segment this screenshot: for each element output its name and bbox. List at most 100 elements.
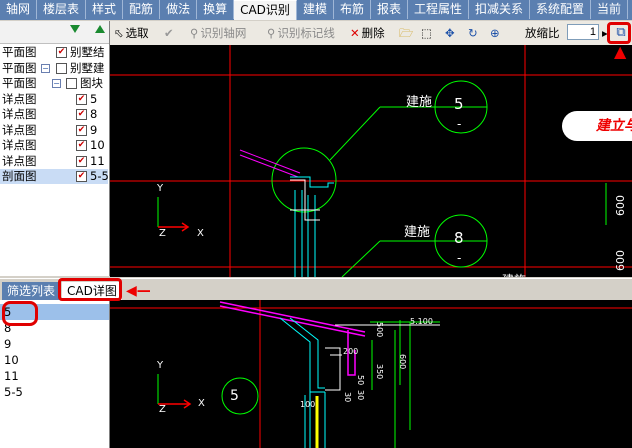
tab-3[interactable]: 配筋 — [123, 0, 161, 19]
detail-list-item[interactable]: 10 — [0, 352, 109, 368]
axis-z-label: Z — [159, 228, 166, 239]
annotation-callout: 建立与详图的关联 — [562, 111, 632, 141]
tree-item[interactable]: 详点图 ✔ 8 — [0, 107, 108, 122]
annotation-arrow-up: ▲ — [614, 42, 627, 61]
pointer-icon: ⬁ — [114, 26, 124, 40]
delete-label: 删除 — [361, 26, 385, 40]
tree-item-checkbox[interactable]: ✔ — [76, 171, 87, 182]
tree-item-type: 详点图 — [2, 107, 37, 121]
detail-dim-3: 500 — [375, 322, 384, 338]
cad-dimension-600-a: 600 — [614, 195, 627, 216]
main-tab-bar: 轴网 楼层表 样式 配筋 做法 换算 CAD识别 建模 布筋 报表 工程属性 扣减关系 系统配置 当前 — [0, 0, 632, 20]
tab-5[interactable]: 换算 — [197, 0, 235, 19]
tree-item-checkbox[interactable]: ✔ — [76, 109, 87, 120]
tree-item[interactable]: 详点图 ✔ 11 — [0, 154, 108, 169]
check-icon[interactable]: ✔ — [164, 24, 174, 42]
tree-item-name: 11 — [90, 153, 105, 168]
tab-9[interactable]: 报表 — [371, 0, 408, 19]
tree-item-checkbox[interactable]: ✔ — [76, 140, 87, 151]
drawing-tree-panel: 平面图 ✔ 别墅结 平面图 − 别墅建 平面图 − 图块 详点图 ✔ 5 详点图 ✔ 8 详点图 ✔ 9 详点图 ✔ 1… — [0, 21, 110, 276]
tree-item-type: 平面图 — [2, 60, 37, 75]
tree-item[interactable]: 详点图 ✔ 10 — [0, 138, 108, 153]
tree-item[interactable]: 详点图 ✔ 9 — [0, 123, 108, 138]
collapse-icon[interactable]: − — [52, 79, 61, 88]
axis-x-label: X — [197, 228, 204, 239]
tab-10[interactable]: 工程属性 — [408, 0, 469, 19]
cad-detail-drawing — [110, 300, 632, 448]
tree-item-checkbox[interactable] — [56, 62, 67, 74]
cad-toolbar: ⬁ 选取 ✔ ⚲ 识别轴网 ⚲ 识别标记线 ✕ 删除 🗁 ⬚ ✥ ↻ ⊕ 放缩比 ▸ — [110, 21, 632, 46]
identify-mark-button[interactable]: ⚲ 识别标记线 — [267, 24, 335, 42]
identify-mark-label: 识别标记线 — [277, 26, 335, 40]
cad-text-jianshi-2: 建施 — [404, 225, 431, 240]
tree-item-type: 平面图 — [2, 76, 37, 90]
delete-button[interactable]: ✕ 删除 — [350, 24, 385, 42]
move-down-icon[interactable] — [70, 25, 80, 33]
tree-item-checkbox[interactable]: ✔ — [76, 155, 87, 167]
axis-y-label: Y — [157, 183, 164, 194]
tree-item-checkbox[interactable]: ✔ — [56, 47, 67, 58]
tree-item-checkbox[interactable]: ✔ — [76, 124, 87, 136]
annotation-arrow-left: ◀— — [126, 283, 151, 299]
cad-text-jianshi-3: 建施 — [502, 271, 526, 277]
cad-main-drawing — [110, 45, 632, 277]
cad-detail-canvas[interactable]: 5 5.100 600 500 200 50 100 30 30 350 Y Z… — [110, 300, 632, 448]
tree-item[interactable]: 剖面图 ✔ 5-5 — [0, 169, 109, 184]
tab-12[interactable]: 系统配置 — [530, 0, 592, 19]
tree-item-name: 8 — [90, 107, 98, 121]
detail-dim-7: 30 — [356, 390, 365, 401]
detail-dim-8: 30 — [343, 392, 352, 403]
tab-6[interactable]: CAD识别 — [234, 0, 297, 20]
cad-text-jianshi-1: 建施 — [406, 95, 433, 110]
tab-7[interactable]: 建模 — [297, 0, 334, 19]
detail-dim-2: 600 — [398, 354, 407, 370]
tree-item[interactable]: 平面图 ✔ 别墅结 — [0, 45, 108, 60]
pan-icon[interactable]: ✥ — [445, 24, 455, 42]
cad-main-canvas[interactable]: 建施 5 - 建施 8 - 建施 600 600 Y Z X 建立与详图的关联 — [110, 45, 632, 277]
tree-item-type: 剖面图 — [2, 169, 37, 183]
move-up-icon[interactable] — [95, 25, 105, 33]
tab-1[interactable]: 楼层表 — [37, 0, 87, 19]
select-button-label: 选取 — [125, 26, 149, 40]
tree-item-checkbox[interactable] — [66, 78, 77, 89]
detail-axis-x-label: X — [198, 398, 205, 409]
tree-item[interactable]: 平面图 − 图块 — [0, 76, 108, 91]
detail-list-item[interactable]: 11 — [0, 368, 109, 384]
identify-axis-button[interactable]: ⚲ 识别轴网 — [190, 24, 246, 42]
tree-item[interactable]: 详点图 ✔ 5 — [0, 92, 108, 107]
tree-item-type: 详点图 — [2, 153, 37, 168]
select-button[interactable]: ⬁ 选取 — [114, 24, 149, 42]
cad-text-detail-5: 5 — [454, 95, 464, 113]
annotation-box-list-item — [2, 301, 38, 326]
tab-0[interactable]: 轴网 — [0, 0, 38, 19]
box-select-icon[interactable]: ⬚ — [421, 24, 432, 42]
open-folder-icon[interactable]: 🗁 — [399, 24, 413, 42]
detail-list-item[interactable]: 5-5 — [0, 384, 109, 400]
cad-text-dash-2: - — [457, 251, 462, 265]
detail-list-item[interactable]: 9 — [0, 336, 109, 352]
cad-dimension-600-b: 600 — [614, 250, 627, 271]
detail-dim-4: 200 — [343, 347, 359, 356]
tab-2[interactable]: 样式 — [86, 0, 124, 19]
refresh-icon[interactable]: ↻ — [468, 24, 478, 42]
tree-item-name: 9 — [90, 122, 98, 137]
tab-filter-list[interactable]: 筛选列表 — [2, 282, 61, 300]
identify-axis-label: 识别轴网 — [200, 26, 247, 40]
collapse-icon[interactable]: − — [41, 63, 50, 73]
tree-item-checkbox[interactable]: ✔ — [76, 93, 87, 105]
identify-icon: ⚲ — [267, 26, 276, 40]
tree-item-name: 别墅结 — [70, 45, 105, 59]
tab-11[interactable]: 扣减关系 — [469, 0, 531, 19]
tree-item[interactable]: 平面图 − 别墅建 — [0, 61, 108, 76]
cad-text-detail-8: 8 — [454, 229, 464, 247]
detail-dim-1: 5.100 — [410, 317, 433, 326]
tree-item-type: 详点图 — [2, 138, 37, 152]
detail-dim-9: 350 — [375, 364, 384, 380]
annotation-box-detail-tab — [58, 278, 122, 301]
tab-8[interactable]: 布筋 — [334, 0, 371, 19]
tab-4[interactable]: 做法 — [160, 0, 198, 19]
tab-13[interactable]: 当前 — [591, 0, 629, 19]
zoom-icon[interactable]: ⊕ — [490, 24, 500, 42]
scale-input[interactable] — [567, 24, 599, 40]
annotation-box-link-button — [607, 22, 631, 44]
